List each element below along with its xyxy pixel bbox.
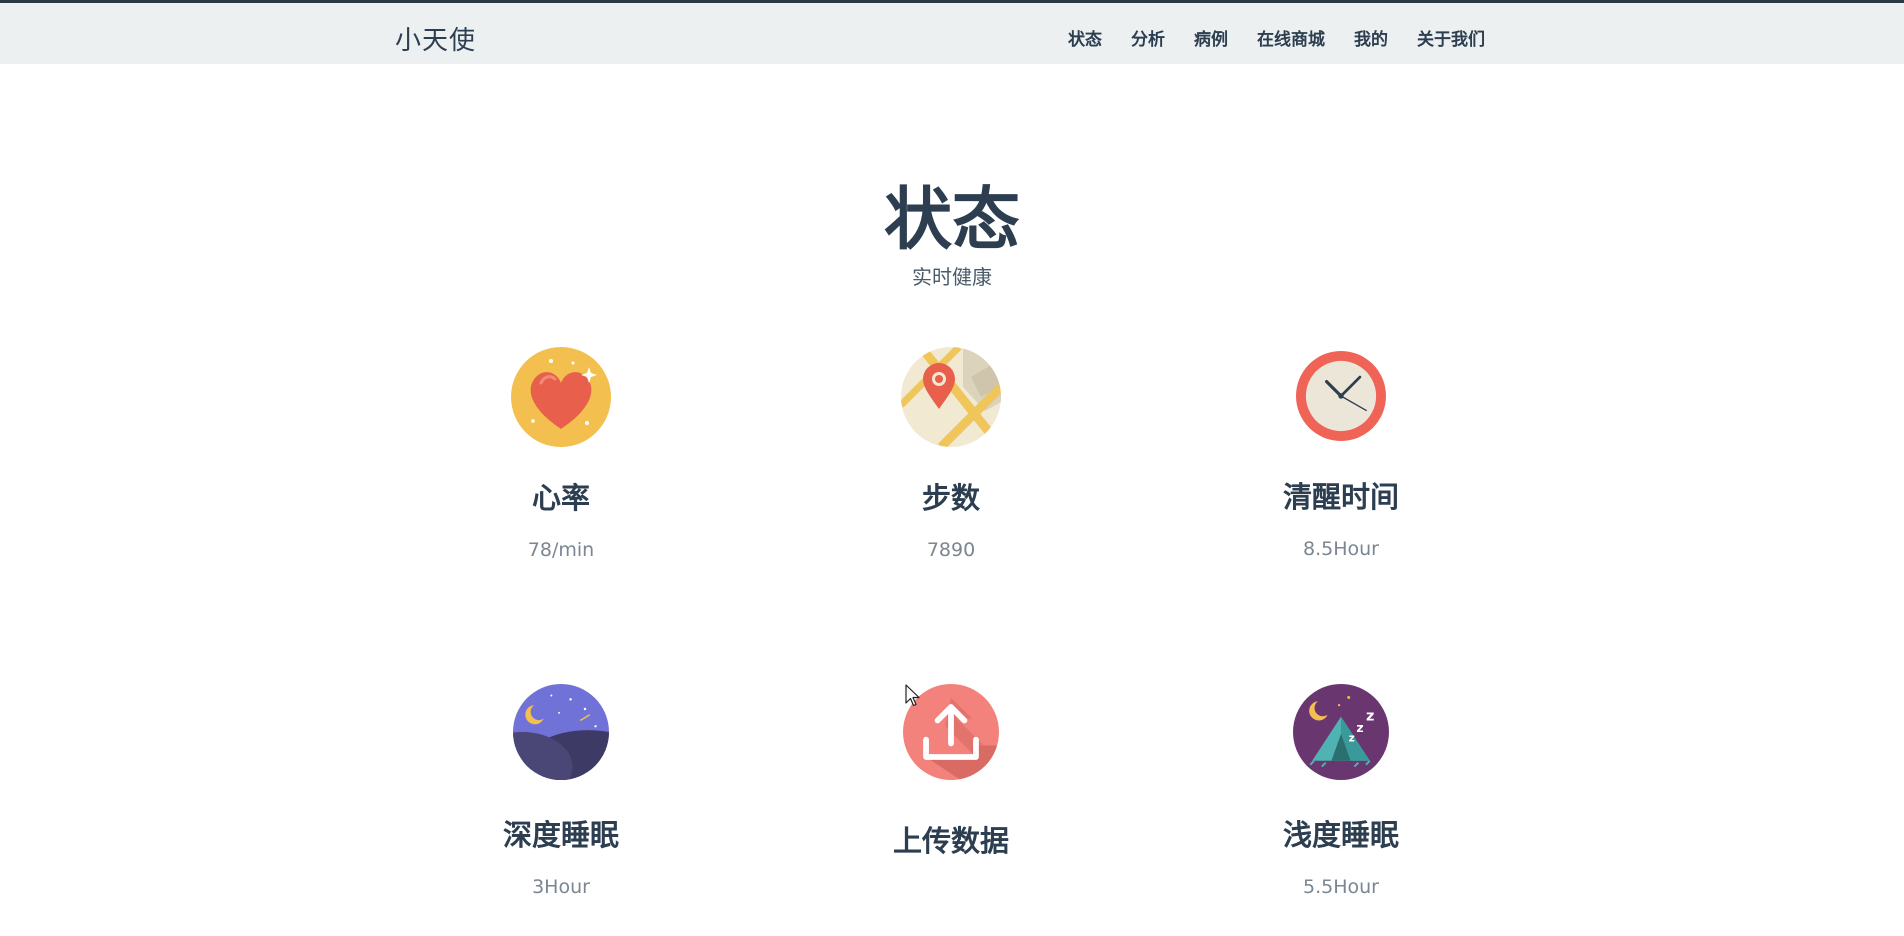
- svg-text:z: z: [1366, 708, 1374, 724]
- night-sky-icon: [513, 684, 609, 780]
- card-awake-time: 清醒时间 8.5Hour: [1191, 351, 1491, 560]
- card-title: 浅度睡眠: [1282, 818, 1399, 852]
- brand-logo[interactable]: 小天使: [395, 20, 476, 57]
- nav-item-status[interactable]: 状态: [1068, 25, 1102, 50]
- card-title: 清醒时间: [1282, 480, 1399, 514]
- card-heart-rate: 心率 78/min: [411, 347, 711, 561]
- section-title: 状态: [883, 181, 1020, 260]
- card-value: 78/min: [527, 539, 595, 561]
- card-title: 心率: [531, 481, 590, 515]
- section-subtitle: 实时健康: [912, 265, 992, 289]
- svg-text:z: z: [1356, 720, 1363, 735]
- nav-item-mine[interactable]: 我的: [1354, 25, 1388, 50]
- card-title: 深度睡眠: [502, 818, 619, 852]
- card-steps: 步数 7890: [801, 347, 1101, 561]
- mouse-cursor-icon: [905, 684, 920, 707]
- navbar: 小天使 状态 分析 病例 在线商城 我的 关于我们: [0, 3, 1904, 64]
- tent-sleep-icon: z z z: [1293, 684, 1389, 780]
- map-pin-icon: [901, 347, 1001, 447]
- heart-icon: [511, 347, 611, 447]
- card-title[interactable]: 上传数据: [801, 818, 1101, 860]
- clock-icon: [1296, 351, 1386, 441]
- svg-text:z: z: [1349, 733, 1355, 745]
- card-title: 步数: [921, 481, 980, 515]
- card-value: 5.5Hour: [1303, 876, 1379, 898]
- card-value: 8.5Hour: [1303, 538, 1379, 560]
- card-value: 7890: [926, 539, 976, 561]
- nav-item-shop[interactable]: 在线商城: [1257, 25, 1325, 50]
- card-deep-sleep: 深度睡眠 3Hour: [411, 684, 711, 898]
- card-light-sleep: z z z 浅度睡眠 5.5Hour: [1191, 684, 1491, 898]
- nav-item-cases[interactable]: 病例: [1194, 25, 1228, 50]
- nav-item-about[interactable]: 关于我们: [1417, 25, 1485, 50]
- nav-item-analysis[interactable]: 分析: [1131, 25, 1165, 50]
- card-upload-data[interactable]: 上传数据: [801, 684, 1101, 860]
- nav-menu: 状态 分析 病例 在线商城 我的 关于我们: [1039, 25, 1485, 50]
- card-value: 3Hour: [532, 876, 590, 898]
